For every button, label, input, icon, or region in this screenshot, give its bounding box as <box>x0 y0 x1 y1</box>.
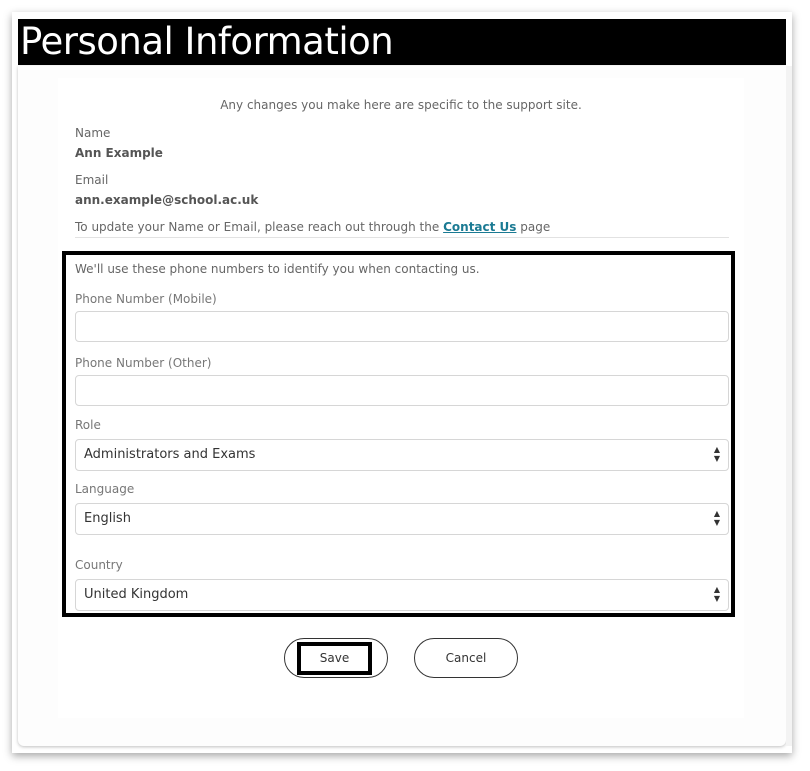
country-label: Country <box>75 558 123 572</box>
personal-info-card: Any changes you make here are specific t… <box>18 66 786 746</box>
email-label: Email <box>75 173 109 187</box>
form-container: Any changes you make here are specific t… <box>58 78 744 718</box>
phone-note: We'll use these phone numbers to identif… <box>75 262 480 276</box>
contact-us-link[interactable]: Contact Us <box>443 220 516 234</box>
update-text-before: To update your Name or Email, please rea… <box>75 220 440 234</box>
page-title: Personal Information <box>18 19 786 65</box>
up-down-arrows-icon: ▲ ▼ <box>713 445 721 463</box>
role-selected-value: Administrators and Exams <box>84 447 256 462</box>
cancel-button[interactable]: Cancel <box>414 638 518 678</box>
country-select[interactable]: United Kingdom ▲ ▼ <box>75 579 729 611</box>
page-frame: Personal Information Any changes you mak… <box>12 12 792 753</box>
other-phone-label: Phone Number (Other) <box>75 356 212 370</box>
country-selected-value: United Kingdom <box>84 587 189 602</box>
role-select[interactable]: Administrators and Exams ▲ ▼ <box>75 439 729 471</box>
mobile-phone-input[interactable] <box>75 311 729 342</box>
up-down-arrows-icon: ▲ ▼ <box>713 509 721 527</box>
save-button[interactable]: Save <box>284 638 388 678</box>
other-phone-input[interactable] <box>75 375 729 406</box>
contact-details-section: We'll use these phone numbers to identif… <box>62 251 735 617</box>
update-text-after: page <box>520 220 551 234</box>
intro-note: Any changes you make here are specific t… <box>220 98 582 112</box>
role-label: Role <box>75 418 101 432</box>
scrollbar-track[interactable] <box>786 66 792 746</box>
mobile-phone-label: Phone Number (Mobile) <box>75 292 217 306</box>
language-select[interactable]: English ▲ ▼ <box>75 503 729 535</box>
section-divider <box>75 237 729 238</box>
name-value: Ann Example <box>75 146 163 160</box>
name-label: Name <box>75 126 111 140</box>
update-instructions: To update your Name or Email, please rea… <box>75 220 550 234</box>
email-value: ann.example@school.ac.uk <box>75 193 259 207</box>
language-label: Language <box>75 482 135 496</box>
language-selected-value: English <box>84 511 131 526</box>
save-button-label: Save <box>297 642 372 675</box>
up-down-arrows-icon: ▲ ▼ <box>713 585 721 603</box>
